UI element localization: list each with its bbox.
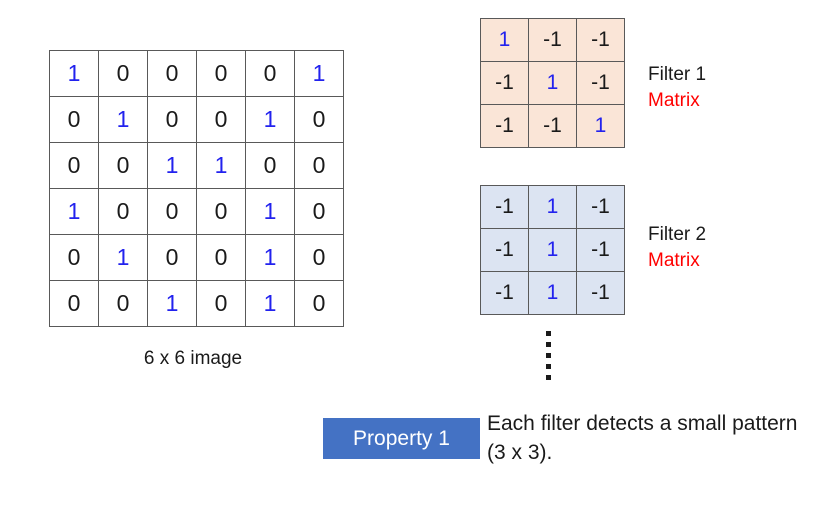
- filter-1-cell-2-1: -1: [528, 104, 577, 148]
- image-grid-cell-0-2: 0: [147, 50, 197, 97]
- image-grid-cell-5-4: 1: [245, 280, 295, 327]
- image-grid-cell-5-1: 0: [98, 280, 148, 327]
- filter-2-cell-0-2: -1: [576, 185, 625, 229]
- image-grid-cell-2-5: 0: [294, 142, 344, 189]
- image-grid-cell-4-3: 0: [196, 234, 246, 281]
- filter-2-cell-0-1: 1: [528, 185, 577, 229]
- filter-2-row: -1 1 -1: [480, 185, 625, 229]
- image-grid-cell-0-1: 0: [98, 50, 148, 97]
- filter-1-cell-2-2: 1: [576, 104, 625, 148]
- filter-1-name: Filter 1: [648, 64, 707, 85]
- filter-2-cell-1-2: -1: [576, 228, 625, 272]
- filter-1-label: Filter 1 Matrix: [648, 62, 706, 114]
- filter-1-matrix: 1 -1 -1 -1 1 -1 -1 -1 1: [480, 18, 625, 148]
- filter-1-cell-0-2: -1: [576, 18, 625, 62]
- image-grid-cell-5-3: 0: [196, 280, 246, 327]
- property-badge: Property 1: [323, 418, 480, 459]
- image-grid-cell-5-2: 1: [147, 280, 197, 327]
- ellipsis-dot: [546, 331, 551, 336]
- image-grid-row: 100001: [49, 50, 344, 97]
- image-grid-cell-3-2: 0: [147, 188, 197, 235]
- filter-2-row: -1 1 -1: [480, 228, 625, 272]
- filter-1-row: 1 -1 -1: [480, 18, 625, 62]
- image-grid-cell-5-5: 0: [294, 280, 344, 327]
- filter-1-cell-0-0: 1: [480, 18, 529, 62]
- image-grid-cell-4-0: 0: [49, 234, 99, 281]
- image-grid-row: 001100: [49, 142, 344, 189]
- image-grid-cell-3-5: 0: [294, 188, 344, 235]
- ellipsis-dot: [546, 353, 551, 358]
- filter-2-cell-2-0: -1: [480, 271, 529, 315]
- image-grid-cell-3-0: 1: [49, 188, 99, 235]
- image-grid-row: 010010: [49, 96, 344, 143]
- image-grid-cell-2-1: 0: [98, 142, 148, 189]
- image-grid-cell-2-4: 0: [245, 142, 295, 189]
- image-grid-cell-2-2: 1: [147, 142, 197, 189]
- image-grid-cell-0-3: 0: [196, 50, 246, 97]
- image-grid-cell-2-3: 1: [196, 142, 246, 189]
- filter-1-cell-0-1: -1: [528, 18, 577, 62]
- image-grid-cell-1-3: 0: [196, 96, 246, 143]
- vertical-ellipsis-icon: [546, 331, 551, 380]
- image-grid-cell-0-0: 1: [49, 50, 99, 97]
- filter-2-row: -1 1 -1: [480, 271, 625, 315]
- image-grid-row: 100010: [49, 188, 344, 235]
- image-grid-cell-1-4: 1: [245, 96, 295, 143]
- filter-1-row: -1 1 -1: [480, 61, 625, 105]
- filter-1-cell-1-2: -1: [576, 61, 625, 105]
- filter-1-cell-1-0: -1: [480, 61, 529, 105]
- ellipsis-dot: [546, 364, 551, 369]
- image-grid-cell-3-4: 1: [245, 188, 295, 235]
- filter-2-cell-0-0: -1: [480, 185, 529, 229]
- filter-2-name: Filter 2: [648, 224, 707, 245]
- ellipsis-dot: [546, 375, 551, 380]
- image-grid-row: 001010: [49, 280, 344, 327]
- image-grid-cell-1-2: 0: [147, 96, 197, 143]
- filter-1-cell-1-1: 1: [528, 61, 577, 105]
- image-grid-caption: 6 x 6 image: [143, 348, 243, 369]
- image-grid-cell-1-0: 0: [49, 96, 99, 143]
- image-grid-row: 010010: [49, 234, 344, 281]
- filter-2-cell-1-0: -1: [480, 228, 529, 272]
- image-grid-cell-0-4: 0: [245, 50, 295, 97]
- filter-1-row: -1 -1 1: [480, 104, 625, 148]
- image-grid: 100001010010001100100010010010001010: [49, 50, 344, 327]
- image-grid-cell-2-0: 0: [49, 142, 99, 189]
- ellipsis-dot: [546, 342, 551, 347]
- filter-1-cell-2-0: -1: [480, 104, 529, 148]
- image-grid-cell-3-3: 0: [196, 188, 246, 235]
- filter-2-matrix: -1 1 -1 -1 1 -1 -1 1 -1: [480, 185, 625, 315]
- image-grid-cell-4-1: 1: [98, 234, 148, 281]
- filter-2-matrix-label: Matrix: [648, 250, 700, 271]
- filter-2-cell-1-1: 1: [528, 228, 577, 272]
- image-grid-cell-0-5: 1: [294, 50, 344, 97]
- image-grid-cell-4-4: 1: [245, 234, 295, 281]
- image-grid-cell-1-5: 0: [294, 96, 344, 143]
- image-grid-cell-4-5: 0: [294, 234, 344, 281]
- image-grid-cell-3-1: 0: [98, 188, 148, 235]
- property-description: Each filter detects a small pattern (3 x…: [487, 412, 798, 464]
- filter-1-matrix-label: Matrix: [648, 90, 700, 111]
- image-grid-cell-1-1: 1: [98, 96, 148, 143]
- filter-2-cell-2-2: -1: [576, 271, 625, 315]
- image-grid-cell-5-0: 0: [49, 280, 99, 327]
- filter-2-label: Filter 2 Matrix: [648, 222, 706, 274]
- filter-2-cell-2-1: 1: [528, 271, 577, 315]
- image-grid-cell-4-2: 0: [147, 234, 197, 281]
